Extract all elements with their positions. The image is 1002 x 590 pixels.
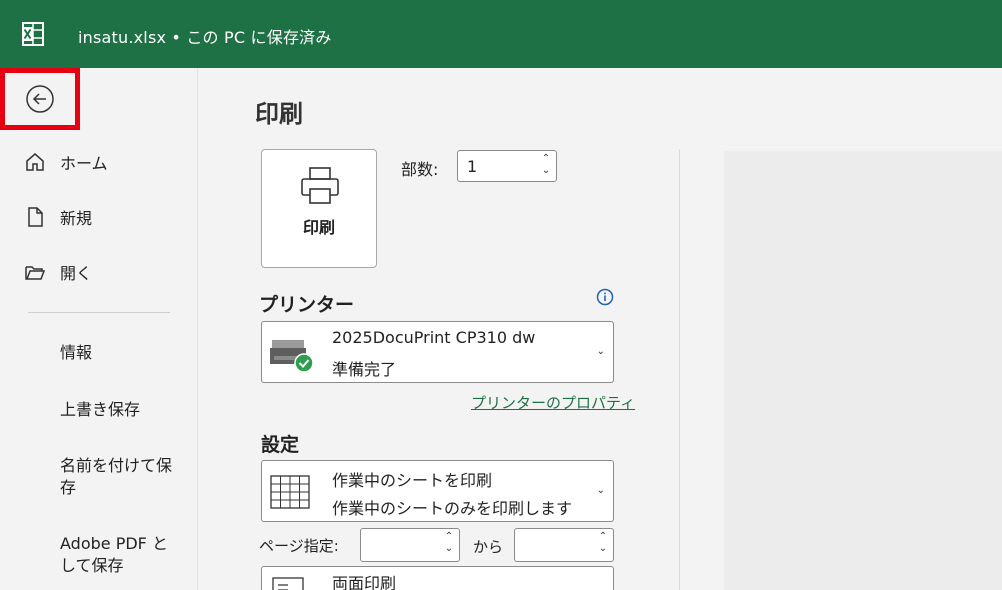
copies-value: 1: [467, 157, 478, 176]
window-title: insatu.xlsx • この PC に保存済み: [78, 28, 332, 47]
title-bar: insatu.xlsx • この PC に保存済み: [0, 0, 1002, 68]
nav-new-label: 新規: [60, 209, 93, 228]
excel-icon: [22, 22, 44, 46]
printer-device-icon: [270, 340, 314, 373]
print-scope-desc: 作業中のシートのみを印刷します: [332, 499, 573, 518]
print-panel: 印刷 印刷 部数: 1 ⌃ ⌄ プリンター 2025DocuPrint CP31…: [199, 68, 1002, 590]
nav-new[interactable]: 新規: [0, 205, 198, 229]
copies-label: 部数:: [401, 160, 439, 179]
settings-section-title: 設定: [261, 434, 300, 456]
print-button[interactable]: 印刷: [261, 149, 377, 268]
copies-spinner[interactable]: ⌃ ⌄: [540, 153, 552, 179]
print-button-label: 印刷: [302, 218, 335, 237]
page-title: 印刷: [255, 100, 303, 128]
nav-divider: [28, 312, 170, 313]
page-from-spinner[interactable]: ⌃ ⌄: [443, 531, 455, 557]
new-document-icon: [28, 207, 43, 227]
back-button[interactable]: [0, 68, 80, 130]
nav-open[interactable]: 開く: [0, 260, 198, 284]
chevron-down-icon: ⌄: [596, 485, 605, 496]
duplex-dropdown[interactable]: 両面印刷: [261, 566, 614, 590]
spin-down-icon[interactable]: ⌄: [597, 543, 609, 555]
nav-info[interactable]: 情報: [60, 342, 180, 364]
spin-up-icon[interactable]: ⌃: [443, 531, 455, 543]
backstage-nav: ホーム 新規 開く 情報 上書き保存 名前を付けて保存 Adobe PDF とし…: [0, 68, 198, 590]
page-to-input[interactable]: ⌃ ⌄: [514, 528, 614, 562]
info-icon[interactable]: [596, 288, 614, 306]
panel-divider: [679, 149, 680, 590]
spin-up-icon[interactable]: ⌃: [540, 153, 552, 165]
print-preview-area: [724, 151, 1002, 590]
printer-dropdown[interactable]: 2025DocuPrint CP310 dw 準備完了 ⌄: [261, 321, 614, 383]
printer-icon: [301, 167, 339, 204]
page-from-input[interactable]: ⌃ ⌄: [360, 528, 460, 562]
duplex-title: 両面印刷: [332, 574, 397, 590]
spin-down-icon[interactable]: ⌄: [540, 165, 552, 177]
page-to-spinner[interactable]: ⌃ ⌄: [597, 531, 609, 557]
sheet-grid-icon: [270, 475, 310, 509]
back-arrow-icon: [26, 85, 54, 113]
folder-open-icon: [25, 266, 46, 280]
nav-open-label: 開く: [60, 264, 93, 283]
duplex-icon: [272, 577, 304, 590]
print-scope-dropdown[interactable]: 作業中のシートを印刷 作業中のシートのみを印刷します ⌄: [261, 460, 614, 522]
home-icon: [26, 153, 44, 171]
nav-home[interactable]: ホーム: [0, 150, 198, 174]
page-range-to-label: から: [473, 538, 504, 556]
printer-section-title: プリンター: [259, 294, 355, 316]
chevron-down-icon: ⌄: [596, 346, 605, 357]
pages-label: ページ指定:: [259, 537, 339, 555]
nav-save-adobe-pdf[interactable]: Adobe PDF として保存: [60, 533, 172, 577]
nav-home-label: ホーム: [60, 154, 108, 173]
print-scope-title: 作業中のシートを印刷: [332, 471, 493, 490]
printer-status: 準備完了: [332, 360, 397, 379]
printer-name: 2025DocuPrint CP310 dw: [332, 328, 536, 347]
printer-properties-link[interactable]: プリンターのプロパティ: [471, 392, 635, 413]
copies-input[interactable]: 1 ⌃ ⌄: [457, 150, 557, 182]
nav-save[interactable]: 上書き保存: [60, 399, 180, 421]
spin-up-icon[interactable]: ⌃: [597, 531, 609, 543]
nav-save-as[interactable]: 名前を付けて保存: [60, 455, 172, 499]
spin-down-icon[interactable]: ⌄: [443, 543, 455, 555]
